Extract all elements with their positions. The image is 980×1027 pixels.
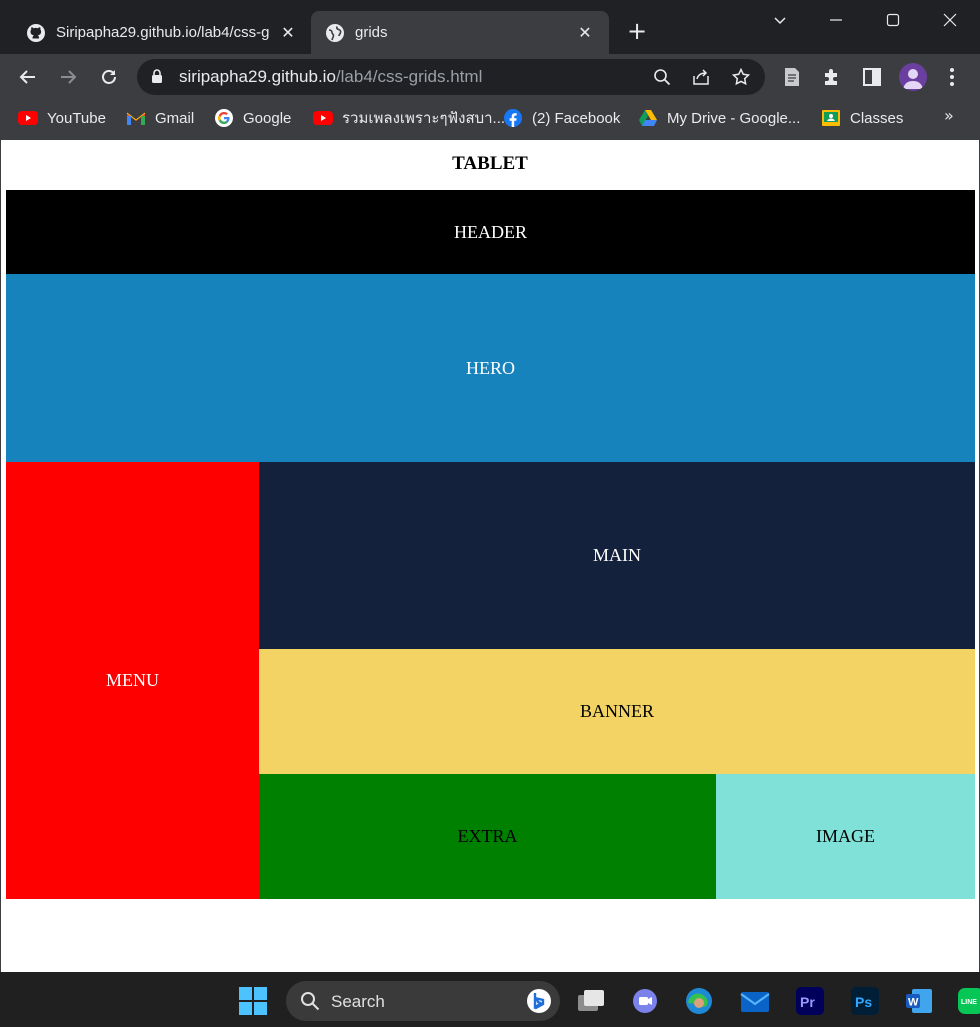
bookmarks-bar: YouTube Gmail Google รวมเพลงเพราะๆฟังสบา… xyxy=(0,100,980,140)
url-text: siripapha29.github.io/lab4/css-grids.htm… xyxy=(179,67,482,87)
grid-image-label: IMAGE xyxy=(816,826,875,846)
grid-extra-label: EXTRA xyxy=(457,826,518,846)
line-icon[interactable]: LINE xyxy=(956,986,980,1016)
photoshop-icon[interactable]: Ps xyxy=(850,986,880,1016)
close-window-icon[interactable] xyxy=(936,8,964,32)
tab-title: Siripapha29.github.io/lab4/css-g xyxy=(56,24,270,41)
close-tab-icon[interactable]: ✕ xyxy=(575,23,595,43)
bookmark-gmail[interactable]: Gmail xyxy=(126,108,194,128)
reading-list-icon[interactable] xyxy=(780,65,804,89)
premiere-pro-icon[interactable]: Pr xyxy=(795,986,825,1016)
browser-toolbar: siripapha29.github.io/lab4/css-grids.htm… xyxy=(0,54,980,100)
bookmark-youtube-playlist[interactable]: รวมเพลงเพราะๆฟังสบา... xyxy=(313,108,505,128)
bookmark-label: Gmail xyxy=(155,109,195,127)
svg-text:Ps: Ps xyxy=(855,994,872,1010)
bookmark-label: รวมเพลงเพราะๆฟังสบา... xyxy=(342,110,506,127)
globe-icon xyxy=(325,23,345,43)
facebook-icon xyxy=(503,109,523,127)
browser-title-bar: Siripapha29.github.io/lab4/css-g ✕ grids… xyxy=(0,0,980,54)
page-viewport: TABLET HEADER HERO MENU MAIN BANNER EXTR… xyxy=(1,140,979,972)
address-bar[interactable]: siripapha29.github.io/lab4/css-grids.htm… xyxy=(137,59,765,95)
share-icon[interactable] xyxy=(691,67,711,87)
taskbar-search[interactable]: Search xyxy=(286,981,560,1021)
bookmark-facebook[interactable]: (2) Facebook xyxy=(503,108,620,128)
grid-menu: MENU xyxy=(6,462,259,899)
word-icon[interactable]: W xyxy=(904,986,934,1016)
grid-header: HEADER xyxy=(6,190,975,274)
bookmark-drive[interactable]: My Drive - Google... xyxy=(638,108,800,128)
zoom-icon[interactable] xyxy=(652,67,672,87)
bookmark-label: Classes xyxy=(850,109,904,127)
tab-github[interactable]: Siripapha29.github.io/lab4/css-g ✕ xyxy=(12,11,312,54)
bookmark-star-icon[interactable] xyxy=(731,67,751,87)
side-panel-icon[interactable] xyxy=(860,65,884,89)
grid-banner-label: BANNER xyxy=(579,701,654,721)
close-tab-icon[interactable]: ✕ xyxy=(278,23,298,43)
youtube-icon xyxy=(313,110,333,126)
url-host: siripapha29.github.io xyxy=(179,67,336,86)
more-bookmarks-icon[interactable]: » xyxy=(944,106,954,125)
back-icon[interactable] xyxy=(14,63,42,91)
extensions-icon[interactable] xyxy=(820,65,844,89)
menu-dots-icon[interactable] xyxy=(940,65,964,89)
profile-avatar[interactable] xyxy=(899,63,927,91)
page-title: TABLET xyxy=(452,153,528,174)
tab-search-icon[interactable] xyxy=(766,8,794,32)
windows-start-icon[interactable] xyxy=(238,986,268,1016)
bookmark-classes[interactable]: Classes xyxy=(821,108,903,128)
grid-hero-label: HERO xyxy=(466,357,515,378)
task-view-icon[interactable] xyxy=(576,986,606,1016)
gmail-icon xyxy=(126,110,146,126)
bookmark-label: Google xyxy=(243,109,292,127)
grid-main-label: MAIN xyxy=(593,545,641,565)
url-path: /lab4/css-grids.html xyxy=(335,67,483,86)
forward-icon[interactable] xyxy=(54,63,82,91)
mail-icon[interactable] xyxy=(740,986,770,1016)
svg-text:LINE: LINE xyxy=(961,999,977,1006)
grid-banner: BANNER xyxy=(259,649,975,774)
new-tab-icon[interactable]: + xyxy=(625,19,649,44)
tab-title: grids xyxy=(355,24,388,41)
drive-icon xyxy=(638,110,658,126)
github-icon xyxy=(26,23,46,43)
grid-main: MAIN xyxy=(259,462,975,649)
grid-header-label: HEADER xyxy=(454,221,527,242)
minimize-icon[interactable] xyxy=(822,8,850,32)
classroom-icon xyxy=(821,110,841,126)
bing-icon[interactable] xyxy=(526,988,552,1018)
svg-text:Pr: Pr xyxy=(800,994,815,1010)
bookmark-label: My Drive - Google... xyxy=(667,109,801,127)
teams-chat-icon[interactable] xyxy=(630,986,660,1016)
search-label: Search xyxy=(331,992,385,1011)
grid-image: IMAGE xyxy=(716,774,975,899)
lock-icon xyxy=(151,69,163,88)
windows-taskbar: Search Pr Ps W LINE xyxy=(0,972,980,1027)
tab-grids[interactable]: grids ✕ xyxy=(311,11,609,54)
youtube-icon xyxy=(18,110,38,126)
reload-icon[interactable] xyxy=(95,63,123,91)
bookmark-google[interactable]: Google xyxy=(214,108,291,128)
edge-icon[interactable] xyxy=(684,986,714,1016)
google-icon xyxy=(214,109,234,127)
maximize-icon[interactable] xyxy=(879,8,907,32)
grid-hero: HERO xyxy=(6,274,975,462)
bookmark-label: YouTube xyxy=(47,109,106,127)
grid-extra: EXTRA xyxy=(259,774,716,899)
search-icon xyxy=(300,991,320,1015)
bookmark-youtube[interactable]: YouTube xyxy=(18,108,106,128)
bookmark-label: (2) Facebook xyxy=(532,109,621,127)
svg-text:W: W xyxy=(908,997,919,1009)
grid-menu-label: MENU xyxy=(106,670,159,690)
